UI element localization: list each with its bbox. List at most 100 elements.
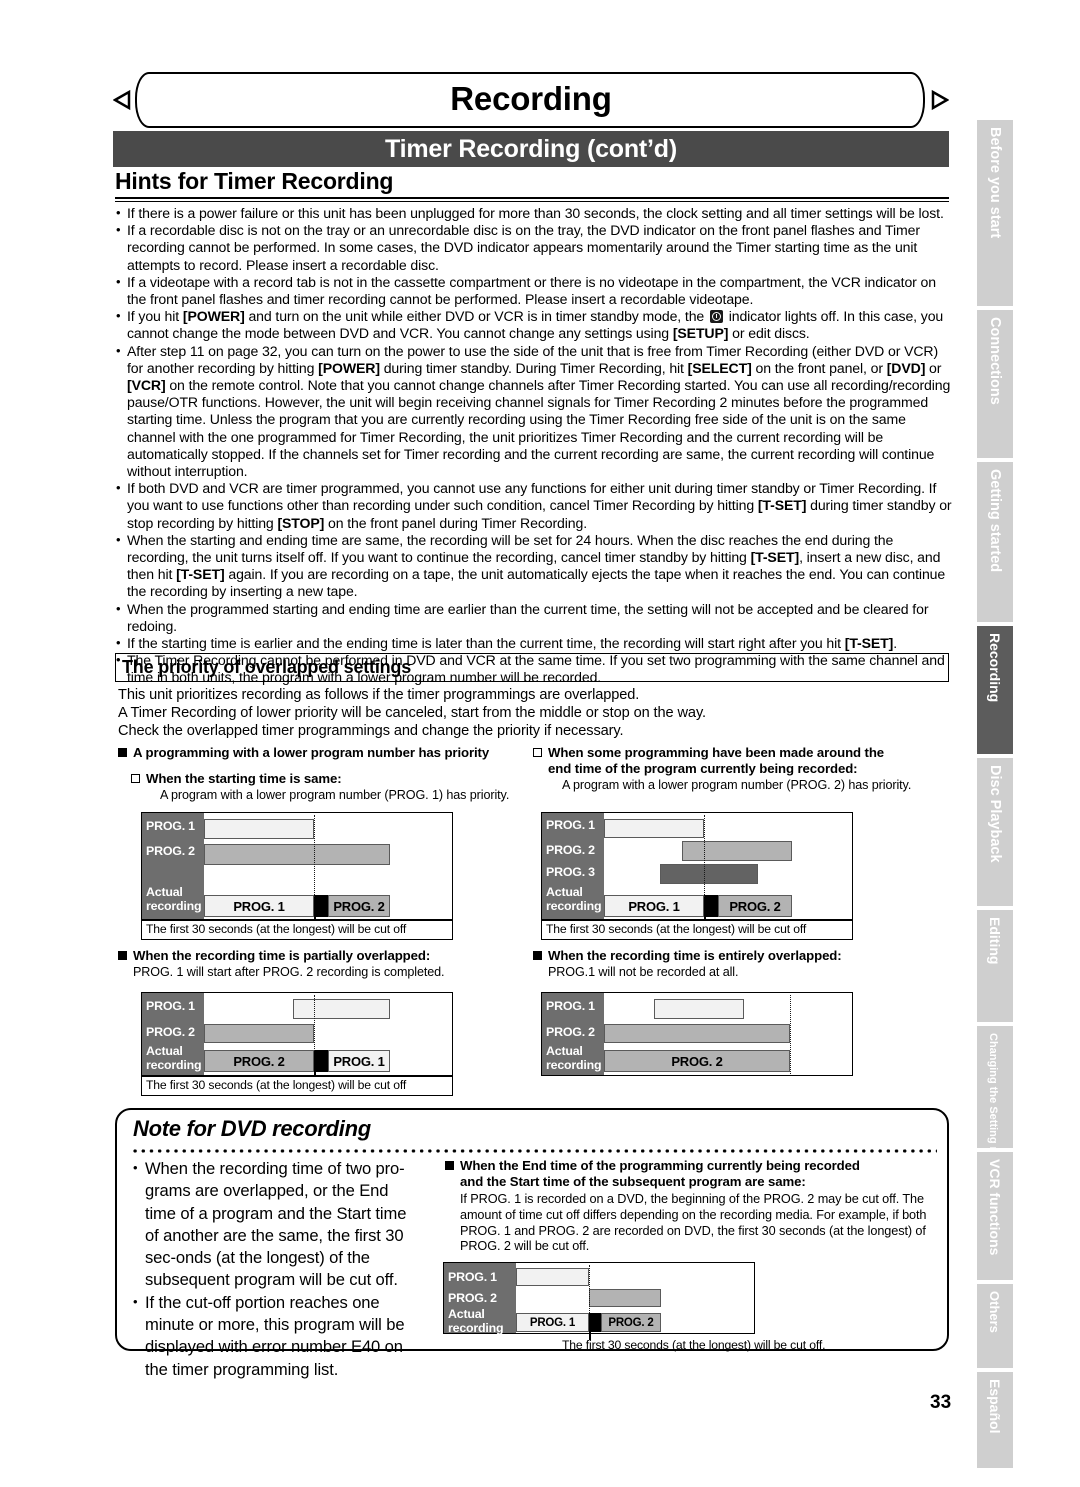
diagram-actual-prog1: PROG. 1 xyxy=(204,895,314,917)
outline-square-icon xyxy=(533,748,542,757)
diagram-row-label-actual: Actual recording xyxy=(448,1307,504,1335)
side-tab-disc-playback[interactable]: Disc Playback xyxy=(977,758,1013,906)
hint-item: If you hit [POWER] and turn on the unit … xyxy=(116,307,954,342)
case-heading: When the recording time is entirely over… xyxy=(533,948,953,964)
note-bullet: When the recording time of two pro-​gram… xyxy=(133,1157,418,1292)
page-title: Recording xyxy=(450,80,612,117)
section-heading: Hints for Timer Recording xyxy=(115,168,394,194)
note-right-heading-line2: and the Start time of the subsequent pro… xyxy=(460,1174,806,1190)
case-right-bottom: When the recording time is entirely over… xyxy=(533,948,953,981)
case-heading: When some programming have been made aro… xyxy=(533,745,953,761)
key-label: [T-SET] xyxy=(750,549,800,566)
side-tab-label: VCR functions xyxy=(987,1159,1003,1256)
case-heading-text: A programming with a lower program numbe… xyxy=(133,745,490,760)
side-tab-label: Español xyxy=(987,1379,1003,1434)
diagram-row-label-prog2: PROG. 2 xyxy=(448,1291,497,1305)
key-label: [T-SET] xyxy=(176,566,225,583)
hint-item: If there is a power failure or this unit… xyxy=(116,204,954,222)
side-tab-label: Recording xyxy=(987,633,1003,703)
hint-item: When the programmed starting and ending … xyxy=(116,600,954,635)
key-label: [SETUP] xyxy=(672,325,729,342)
diagram-row-label-prog1: PROG. 1 xyxy=(448,1270,497,1284)
note-right-heading: When the End time of the programming cur… xyxy=(445,1158,960,1190)
diagram-actual-prog1: PROG. 1 xyxy=(516,1313,589,1332)
priority-intro: This unit prioritizes recording as follo… xyxy=(118,686,952,741)
hint-item: When the starting and ending time are sa… xyxy=(116,531,954,601)
diagram-cutoff-block xyxy=(314,895,328,917)
diagram-actual-prog2: PROG. 2 xyxy=(328,895,390,917)
side-tab-connections[interactable]: Connections xyxy=(977,310,1013,458)
diagram-1-caption: The first 30 seconds (at the longest) wi… xyxy=(141,920,453,940)
side-tab-vcr-functions[interactable]: VCR functions xyxy=(977,1152,1013,1280)
hint-item: If a videotape with a record tab is not … xyxy=(116,273,954,308)
page-banner: Recording xyxy=(113,72,949,130)
key-label: [T-SET] xyxy=(844,635,894,652)
diagram-row-label-prog2: PROG. 2 xyxy=(546,843,595,857)
diagram-bar-prog2 xyxy=(589,1289,661,1307)
diagram-cutoff-block xyxy=(589,1313,601,1332)
diagram-actual-prog2: PROG. 2 xyxy=(204,1050,314,1072)
hint-item: If both DVD and VCR are timer programmed… xyxy=(116,479,954,532)
side-tab-label: Others xyxy=(987,1291,1002,1333)
diagram-bar-prog1 xyxy=(654,999,744,1019)
key-label: [T-SET] xyxy=(757,497,807,514)
case-heading-text: When the recording time is entirely over… xyxy=(548,948,842,963)
diagram-bar-prog2 xyxy=(204,1024,314,1043)
manual-page: Recording Timer Recording (cont’d) Hints… xyxy=(0,0,1080,1487)
diagram-5: PROG. 1 PROG. 2 Actual recording PROG. 1… xyxy=(443,1262,755,1340)
priority-intro-line: Check the overlapped timer programmings … xyxy=(118,723,624,740)
priority-intro-line: A Timer Recording of lower priority will… xyxy=(118,705,707,722)
diagram-marker-line xyxy=(314,815,315,897)
note-for-dvd-recording-box: Note for DVD recording When the recordin… xyxy=(115,1108,949,1379)
hint-item: If the starting time is earlier and the … xyxy=(116,634,954,652)
diagram-row-label-prog3: PROG. 3 xyxy=(546,865,595,879)
diagram-5-caption: The first 30 seconds (at the longest) wi… xyxy=(562,1338,826,1352)
diagram-2-caption: The first 30 seconds (at the longest) wi… xyxy=(541,920,853,940)
section-title-bar: Timer Recording (cont’d) xyxy=(113,131,949,167)
case-left-bottom: When the recording time is partially ove… xyxy=(118,948,522,981)
diagram-row-label-prog2: PROG. 2 xyxy=(146,1025,195,1039)
side-tab-before-you-start[interactable]: Before you start xyxy=(977,120,1013,306)
diagram-row-label-actual: Actual recording xyxy=(546,1044,602,1072)
diagram-cutoff-block xyxy=(704,895,718,917)
diagram-2: PROG. 1 PROG. 2 PROG. 3 Actual recording… xyxy=(541,812,853,926)
case-subtext: PROG.1 will not be recorded at all. xyxy=(548,965,739,979)
case-heading-line2: end time of the program currently being … xyxy=(548,761,858,776)
side-tab-recording[interactable]: Recording xyxy=(977,626,1013,754)
note-bullet: If the cut-off portion reaches one minut… xyxy=(133,1291,418,1381)
diagram-1: PROG. 1 PROG. 2 Actual recording PROG. 1… xyxy=(141,812,453,926)
hint-item: After step 11 on page 32, you can turn o… xyxy=(116,342,954,481)
diagram-bar-prog2 xyxy=(204,844,390,865)
diagram-actual-prog2: PROG. 2 xyxy=(601,1313,661,1332)
diagram-bar-prog1 xyxy=(293,999,390,1019)
filled-square-icon xyxy=(118,951,127,960)
diagram-row-label-prog2: PROG. 2 xyxy=(146,844,195,858)
diagram-bar-prog2 xyxy=(604,1024,790,1043)
side-tab-changing-the-setting-menu[interactable]: Changing the Setting menu xyxy=(977,1026,1013,1176)
case-subtext: A program with a lower program number (P… xyxy=(562,778,912,792)
case-subheading: When the starting time is same: xyxy=(118,771,522,787)
note-dotted-rule xyxy=(131,1149,937,1153)
side-tab-espa-ol[interactable]: Español xyxy=(977,1372,1013,1468)
key-label: [STOP] xyxy=(277,514,325,531)
side-tab-label: Getting started xyxy=(987,469,1003,573)
side-tab-editing[interactable]: Editing xyxy=(977,910,1013,1022)
diagram-actual-prog1: PROG. 1 xyxy=(604,895,704,917)
diagram-row-label-prog1: PROG. 1 xyxy=(146,999,195,1013)
filled-square-icon xyxy=(118,748,127,757)
diagram-row-label-actual: Actual recording xyxy=(146,885,202,913)
side-tab-label: Connections xyxy=(987,317,1003,405)
heading-rule xyxy=(115,197,949,202)
diagram-4: PROG. 1 PROG. 2 Actual recording PROG. 2 xyxy=(541,992,853,1076)
diagram-cutoff-block xyxy=(314,1050,328,1072)
diagram-3: PROG. 1 PROG. 2 Actual recording PROG. 2… xyxy=(141,992,453,1081)
diagram-marker-line xyxy=(790,995,791,1074)
side-tab-label: Disc Playback xyxy=(987,765,1003,863)
case-subtext: A program with a lower program number (P… xyxy=(160,788,510,802)
key-label: [VCR] xyxy=(127,377,166,394)
diagram-marker-line xyxy=(704,815,705,897)
side-tab-others[interactable]: Others xyxy=(977,1284,1013,1368)
key-label: [POWER] xyxy=(318,359,380,376)
diagram-row-label-prog1: PROG. 1 xyxy=(146,819,195,833)
side-tab-getting-started[interactable]: Getting started xyxy=(977,462,1013,622)
